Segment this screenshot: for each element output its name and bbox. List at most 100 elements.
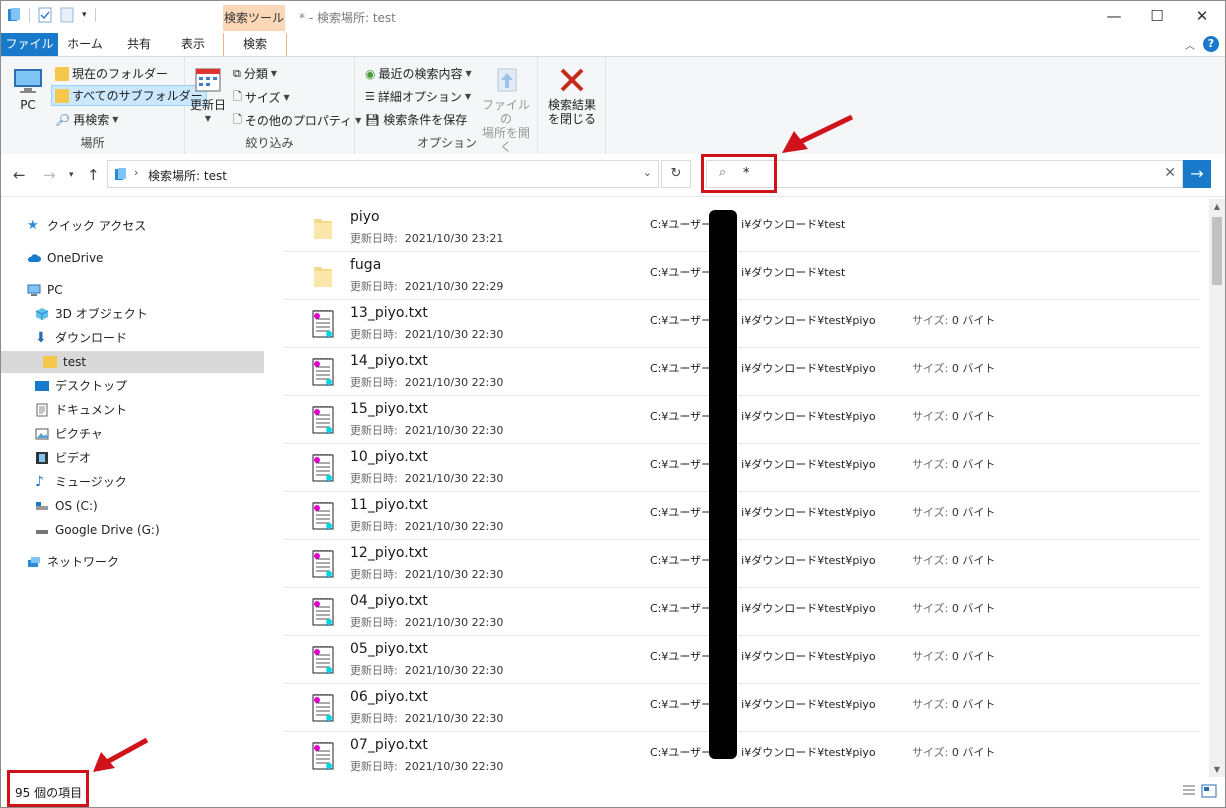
sidebar-item-onedrive[interactable]: OneDrive xyxy=(27,247,103,269)
minimize-button[interactable]: — xyxy=(1091,1,1137,33)
address-bar[interactable]: › 検索場所: test ⌄ xyxy=(107,160,659,188)
kind-button[interactable]: ⧉ 分類 ▼ xyxy=(233,65,277,82)
file-row[interactable]: 15_piyo.txt 更新日時: 2021/10/30 22:30 C:¥ユーザー… xyxy=(284,396,1200,444)
file-name[interactable]: piyo xyxy=(350,209,380,225)
file-name[interactable]: 13_piyo.txt xyxy=(350,305,428,321)
sidebar-item-desktop[interactable]: デスクトップ xyxy=(35,375,127,397)
close-button[interactable]: ✕ xyxy=(1179,1,1225,33)
file-name[interactable]: 10_piyo.txt xyxy=(350,449,428,465)
sidebar-item-quick-access[interactable]: ★ クイック アクセス xyxy=(27,215,146,237)
forward-button[interactable]: → xyxy=(43,166,56,184)
file-row[interactable]: 10_piyo.txt 更新日時: 2021/10/30 22:30 C:¥ユーザー… xyxy=(284,444,1200,492)
search-again-button[interactable]: 🔎︎ 再検索 ▼ xyxy=(55,111,118,128)
scroll-down-icon[interactable]: ▼ xyxy=(1209,765,1225,774)
file-name[interactable]: 04_piyo.txt xyxy=(350,593,428,609)
scroll-up-icon[interactable]: ▲ xyxy=(1209,202,1225,211)
cube-icon xyxy=(35,308,49,320)
new-folder-icon[interactable] xyxy=(60,7,74,23)
file-name[interactable]: fuga xyxy=(350,257,381,273)
text-file-icon xyxy=(312,358,334,386)
file-path: C:¥ユーザー¥ i¥ダウンロード¥test¥piyo xyxy=(650,314,876,327)
video-icon xyxy=(36,452,48,464)
file-row[interactable]: 14_piyo.txt 更新日時: 2021/10/30 22:30 C:¥ユーザー… xyxy=(284,348,1200,396)
sidebar-item-downloads[interactable]: ⬇ ダウンロード xyxy=(35,327,127,349)
folder-icon xyxy=(314,267,332,287)
customize-qat-icon[interactable]: ▾ xyxy=(82,10,87,20)
text-file-icon xyxy=(312,598,334,626)
save-icon: 💾︎ xyxy=(365,112,381,127)
collapse-ribbon-icon[interactable]: ︿ xyxy=(1185,37,1195,52)
sidebar-item-music[interactable]: ♪ ミュージック xyxy=(35,471,127,493)
file-row[interactable]: 13_piyo.txt 更新日時: 2021/10/30 22:30 C:¥ユーザー… xyxy=(284,300,1200,348)
file-row[interactable]: 12_piyo.txt 更新日時: 2021/10/30 22:30 C:¥ユーザー… xyxy=(284,540,1200,588)
explorer-icon[interactable] xyxy=(7,7,21,23)
file-name[interactable]: 06_piyo.txt xyxy=(350,689,428,705)
options-icon: ☰ xyxy=(365,90,375,103)
text-file-icon xyxy=(312,550,334,578)
file-row[interactable]: 11_piyo.txt 更新日時: 2021/10/30 22:30 C:¥ユーザー… xyxy=(284,492,1200,540)
chevron-down-icon[interactable]: ⌄ xyxy=(643,166,652,179)
file-name[interactable]: 07_piyo.txt xyxy=(350,737,428,753)
file-row[interactable]: piyo 更新日時: 2021/10/30 23:21 C:¥ユーザー¥ i¥ダウンロ… xyxy=(284,204,1200,252)
file-name[interactable]: 11_piyo.txt xyxy=(350,497,428,513)
details-view-icon[interactable] xyxy=(1181,783,1197,799)
file-path: C:¥ユーザー¥ i¥ダウンロード¥test xyxy=(650,266,846,279)
sidebar-item-pictures[interactable]: ピクチャ xyxy=(35,423,103,445)
scroll-thumb[interactable] xyxy=(1212,217,1222,285)
file-name[interactable]: 05_piyo.txt xyxy=(350,641,428,657)
file-row[interactable]: 07_piyo.txt 更新日時: 2021/10/30 22:30 C:¥ユーザー… xyxy=(284,732,1200,776)
search-go-button[interactable]: → xyxy=(1183,160,1211,188)
tab-file[interactable]: ファイル xyxy=(1,33,58,56)
file-row[interactable]: 05_piyo.txt 更新日時: 2021/10/30 22:30 C:¥ユーザー… xyxy=(284,636,1200,684)
date-modified-button[interactable]: 更新日 ▼ xyxy=(189,65,227,126)
file-path: C:¥ユーザー¥ i¥ダウンロード¥test¥piyo xyxy=(650,746,876,759)
up-button[interactable]: ↑ xyxy=(87,166,100,184)
file-size: サイズ: 0 バイト xyxy=(912,698,996,711)
window-title: * - 検索場所: test xyxy=(299,11,396,25)
help-icon[interactable]: ? xyxy=(1203,36,1219,52)
folder-icon xyxy=(43,356,57,368)
recent-search-icon: ◉ xyxy=(365,66,376,81)
pc-button[interactable]: PC xyxy=(9,65,47,112)
advanced-options-button[interactable]: ☰ 詳細オプション ▼ xyxy=(365,88,471,105)
tab-search[interactable]: 検索 xyxy=(223,33,287,56)
tab-share[interactable]: 共有 xyxy=(117,33,161,56)
sidebar-item-os-c[interactable]: OS (C:) xyxy=(35,495,98,517)
clear-search-icon[interactable]: ✕ xyxy=(1164,165,1176,181)
text-file-icon xyxy=(312,646,334,674)
other-properties-button[interactable]: 🗋︎ その他のプロパティ ▼ xyxy=(233,111,361,130)
file-row[interactable]: 04_piyo.txt 更新日時: 2021/10/30 22:30 C:¥ユーザー… xyxy=(284,588,1200,636)
recent-searches-button[interactable]: ◉ 最近の検索内容 ▼ xyxy=(365,65,472,82)
address-path: 検索場所: test xyxy=(148,169,227,183)
save-search-button[interactable]: 💾︎ 検索条件を保存 xyxy=(365,111,467,128)
maximize-button[interactable]: ☐ xyxy=(1134,1,1180,33)
text-file-icon xyxy=(312,502,334,530)
sidebar-item-pc[interactable]: PC xyxy=(27,279,63,301)
properties-icon[interactable] xyxy=(38,7,52,23)
sidebar-item-documents[interactable]: ドキュメント xyxy=(35,399,127,421)
file-name[interactable]: 15_piyo.txt xyxy=(350,401,428,417)
all-subfolders-button[interactable]: すべてのサブフォルダー xyxy=(51,85,207,106)
file-name[interactable]: 14_piyo.txt xyxy=(350,353,428,369)
refresh-button[interactable]: ↻ xyxy=(661,160,691,188)
back-button[interactable]: ← xyxy=(13,166,26,184)
close-search-button[interactable]: 検索結果 を閉じる xyxy=(543,65,601,126)
current-folder-button[interactable]: 現在のフォルダー xyxy=(55,65,168,82)
sidebar-item-network[interactable]: ネットワーク xyxy=(27,551,119,573)
properties-icon: 🗋︎ xyxy=(233,113,242,126)
sidebar-item-test[interactable]: test xyxy=(1,351,264,373)
file-row[interactable]: fuga 更新日時: 2021/10/30 22:29 C:¥ユーザー¥ i¥ダウンロ… xyxy=(284,252,1200,300)
search-box[interactable]: ⌕ * ✕ xyxy=(706,160,1183,188)
file-name[interactable]: 12_piyo.txt xyxy=(350,545,428,561)
size-button[interactable]: 🗋︎ サイズ ▼ xyxy=(233,88,290,107)
vertical-scrollbar[interactable]: ▲ ▼ xyxy=(1209,199,1225,777)
sidebar-item-3d-objects[interactable]: 3D オブジェクト xyxy=(35,303,148,325)
file-size: サイズ: 0 バイト xyxy=(912,506,996,519)
recent-locations-button[interactable]: ▾ xyxy=(69,170,74,180)
tab-home[interactable]: ホーム xyxy=(63,33,107,56)
file-row[interactable]: 06_piyo.txt 更新日時: 2021/10/30 22:30 C:¥ユーザー… xyxy=(284,684,1200,732)
large-icons-view-icon[interactable] xyxy=(1201,783,1217,799)
tab-view[interactable]: 表示 xyxy=(171,33,215,56)
sidebar-item-videos[interactable]: ビデオ xyxy=(35,447,91,469)
sidebar-item-google-drive[interactable]: Google Drive (G:) xyxy=(35,519,160,541)
